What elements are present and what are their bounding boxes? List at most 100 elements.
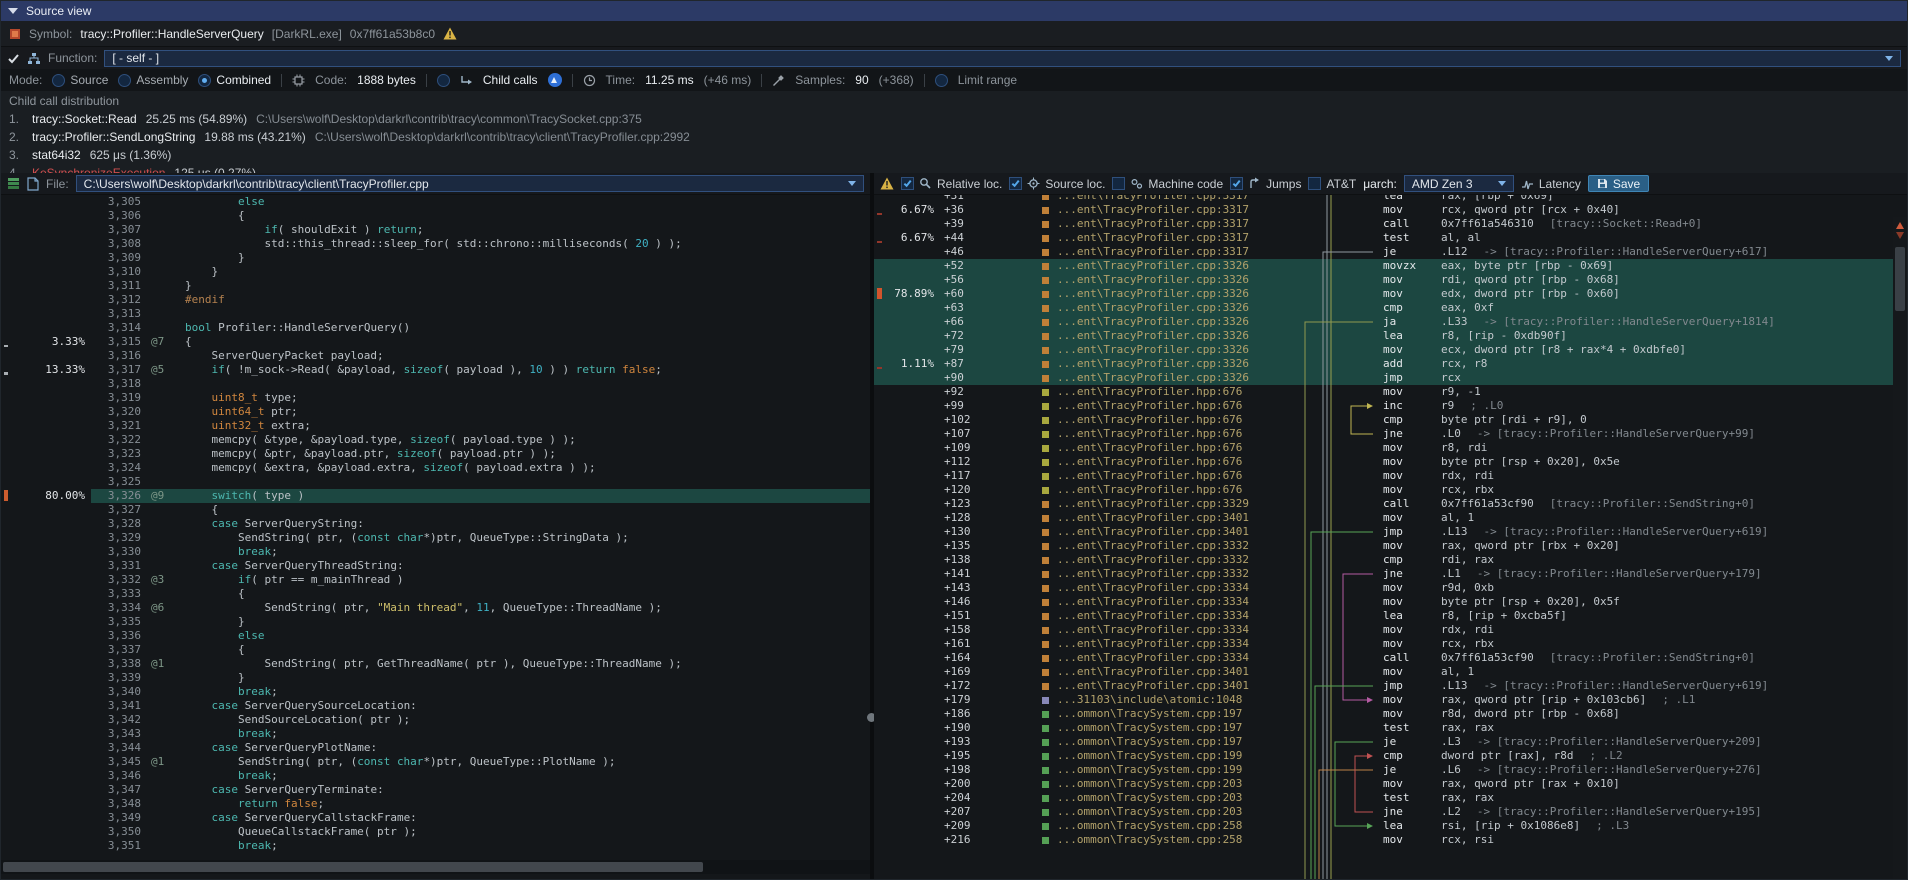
chevron-down-icon[interactable] (1885, 56, 1893, 61)
asm-row[interactable]: +109...ent\TracyProfiler.hpp:676movr8, r… (874, 441, 1907, 455)
source-line[interactable]: 3,314bool Profiler::HandleServerQuery() (1, 321, 870, 335)
source-line[interactable]: 3,313 (1, 307, 870, 321)
scroll-up-icon[interactable] (1896, 222, 1904, 229)
source-line[interactable]: 3,336 else (1, 629, 870, 643)
asm-row[interactable]: 78.89%+60...ent\TracyProfiler.cpp:3326mo… (874, 287, 1907, 301)
asm-row[interactable]: +56...ent\TracyProfiler.cpp:3326movrdi, … (874, 273, 1907, 287)
horizontal-scrollbar[interactable] (1, 860, 870, 874)
asm-row[interactable]: +31...ent\TracyProfiler.cpp:3317learax, … (874, 195, 1907, 203)
source-line[interactable]: 3,348 return false; (1, 797, 870, 811)
source-line[interactable]: 3,335 } (1, 615, 870, 629)
chevron-down-icon[interactable] (1498, 181, 1506, 186)
asm-row[interactable]: +141...ent\TracyProfiler.cpp:3332jne.L1-… (874, 567, 1907, 581)
att-checkbox[interactable]: AT&T (1308, 177, 1356, 191)
asm-row[interactable]: +90...ent\TracyProfiler.cpp:3326jmprcx (874, 371, 1907, 385)
source-line[interactable]: 3,325 (1, 475, 870, 489)
source-line[interactable]: 3,324 memcpy( &extra, &payload.extra, si… (1, 461, 870, 475)
source-line[interactable]: 3,328 case ServerQueryString: (1, 517, 870, 531)
child-call-item[interactable]: 1.tracy::Socket::Read25.25 ms (54.89%)C:… (9, 110, 1899, 128)
asm-row[interactable]: +66...ent\TracyProfiler.cpp:3326ja.L33->… (874, 315, 1907, 329)
check-icon[interactable] (7, 52, 20, 65)
source-line[interactable]: 3.33%3,315@7{ (1, 335, 870, 349)
uarch-combo[interactable]: AMD Zen 3 (1404, 175, 1514, 192)
asm-row[interactable]: +193...ommon\TracySystem.cpp:197je.L3-> … (874, 735, 1907, 749)
asm-row[interactable]: +138...ent\TracyProfiler.cpp:3332cmprdi,… (874, 553, 1907, 567)
asm-row[interactable]: +209...ommon\TracySystem.cpp:258learsi, … (874, 819, 1907, 833)
asm-row[interactable]: +72...ent\TracyProfiler.cpp:3326lear8, [… (874, 329, 1907, 343)
asm-row[interactable]: +102...ent\TracyProfiler.hpp:676cmpbyte … (874, 413, 1907, 427)
assembly-view[interactable]: +31...ent\TracyProfiler.cpp:3317learax, … (874, 195, 1907, 880)
mode-radio-source[interactable]: Source (52, 73, 108, 87)
source-line[interactable]: 3,329 SendString( ptr, (const char*)ptr,… (1, 531, 870, 545)
source-line[interactable]: 3,319 uint8_t type; (1, 391, 870, 405)
asm-row[interactable]: +79...ent\TracyProfiler.cpp:3326movecx, … (874, 343, 1907, 357)
asm-row[interactable]: +107...ent\TracyProfiler.hpp:676jne.L0->… (874, 427, 1907, 441)
source-line[interactable]: 3,341 case ServerQuerySourceLocation: (1, 699, 870, 713)
asm-row[interactable]: +161...ent\TracyProfiler.cpp:3334movrcx,… (874, 637, 1907, 651)
asm-row[interactable]: +123...ent\TracyProfiler.cpp:3329call0x7… (874, 497, 1907, 511)
asm-row[interactable]: +99...ent\TracyProfiler.hpp:676incr9; .L… (874, 399, 1907, 413)
source-line[interactable]: 3,322 memcpy( &type, &payload.type, size… (1, 433, 870, 447)
source-line[interactable]: 3,332@3 if( ptr == m_mainThread ) (1, 573, 870, 587)
asm-row[interactable]: +143...ent\TracyProfiler.cpp:3334movr9d,… (874, 581, 1907, 595)
mode-radio-combined[interactable]: Combined (198, 73, 271, 87)
asm-row[interactable]: +120...ent\TracyProfiler.hpp:676movrcx, … (874, 483, 1907, 497)
asm-row[interactable]: +198...ommon\TracySystem.cpp:199je.L6-> … (874, 763, 1907, 777)
source-line[interactable]: 3,318 (1, 377, 870, 391)
source-line[interactable]: 3,321 uint32_t extra; (1, 419, 870, 433)
limit-range-toggle[interactable] (935, 74, 948, 87)
collapse-icon[interactable] (8, 8, 18, 14)
source-line[interactable]: 3,334@6 SendString( ptr, "Main thread", … (1, 601, 870, 615)
asm-row[interactable]: +179...31103\include\atomic:1048movrax, … (874, 693, 1907, 707)
source-line[interactable]: 3,351 break; (1, 839, 870, 853)
jumps-checkbox[interactable]: Jumps (1230, 177, 1301, 191)
source-line[interactable]: 3,345@1 SendString( ptr, (const char*)pt… (1, 755, 870, 769)
source-line[interactable]: 3,308 std::this_thread::sleep_for( std::… (1, 237, 870, 251)
asm-row[interactable]: +128...ent\TracyProfiler.cpp:3401moval, … (874, 511, 1907, 525)
source-line[interactable]: 13.33%3,317@5 if( !m_sock->Read( &payloa… (1, 363, 870, 377)
asm-row[interactable]: +63...ent\TracyProfiler.cpp:3326cmpeax, … (874, 301, 1907, 315)
source-line[interactable]: 3,338@1 SendString( ptr, GetThreadName( … (1, 657, 870, 671)
machine-code-checkbox[interactable]: Machine code (1112, 177, 1223, 191)
source-line[interactable]: 3,309 } (1, 251, 870, 265)
asm-row[interactable]: +151...ent\TracyProfiler.cpp:3334lear8, … (874, 609, 1907, 623)
child-calls-toggle[interactable] (437, 74, 450, 87)
source-line[interactable]: 3,323 memcpy( &ptr, &payload.ptr, sizeof… (1, 447, 870, 461)
asm-row[interactable]: +200...ommon\TracySystem.cpp:203movrax, … (874, 777, 1907, 791)
source-line[interactable]: 3,312#endif (1, 293, 870, 307)
source-line[interactable]: 80.00%3,326@9 switch( type ) (1, 489, 870, 503)
asm-row[interactable]: +135...ent\TracyProfiler.cpp:3332movrax,… (874, 539, 1907, 553)
asm-row[interactable]: +207...ommon\TracySystem.cpp:203jne.L2->… (874, 805, 1907, 819)
source-line[interactable]: 3,350 QueueCallstackFrame( ptr ); (1, 825, 870, 839)
scrollbar-thumb[interactable] (1895, 247, 1905, 311)
file-combo[interactable]: C:\Users\wolf\Desktop\darkrl\contrib\tra… (76, 175, 864, 192)
source-line[interactable]: 3,331 case ServerQueryThreadString: (1, 559, 870, 573)
source-line[interactable]: 3,311} (1, 279, 870, 293)
source-line[interactable]: 3,316 ServerQueryPacket payload; (1, 349, 870, 363)
source-line[interactable]: 3,330 break; (1, 545, 870, 559)
asm-row[interactable]: +172...ent\TracyProfiler.cpp:3401jmp.L13… (874, 679, 1907, 693)
vertical-scrollbar[interactable] (1893, 217, 1907, 880)
asm-row[interactable]: 1.11%+87...ent\TracyProfiler.cpp:3326add… (874, 357, 1907, 371)
source-line[interactable]: 3,346 break; (1, 769, 870, 783)
child-call-item[interactable]: 2.tracy::Profiler::SendLongString19.88 m… (9, 128, 1899, 146)
asm-row[interactable]: +130...ent\TracyProfiler.cpp:3401jmp.L13… (874, 525, 1907, 539)
source-line[interactable]: 3,337 { (1, 643, 870, 657)
asm-row[interactable]: 6.67%+44...ent\TracyProfiler.cpp:3317tes… (874, 231, 1907, 245)
asm-row[interactable]: +186...ommon\TracySystem.cpp:197movr8d, … (874, 707, 1907, 721)
mode-radio-assembly[interactable]: Assembly (118, 73, 188, 87)
latency-toggle[interactable]: Latency (1521, 177, 1581, 191)
asm-row[interactable]: +52...ent\TracyProfiler.cpp:3326movzxeax… (874, 259, 1907, 273)
source-line[interactable]: 3,307 if( shouldExit ) return; (1, 223, 870, 237)
source-line[interactable]: 3,310 } (1, 265, 870, 279)
source-line[interactable]: 3,327 { (1, 503, 870, 517)
chevron-down-icon[interactable] (848, 181, 856, 186)
relative-loc-checkbox[interactable]: Relative loc. (901, 177, 1002, 191)
function-combo[interactable]: [ - self - ] (104, 50, 1901, 67)
source-line[interactable]: 3,344 case ServerQueryPlotName: (1, 741, 870, 755)
source-code-view[interactable]: 3,305 else3,306 {3,307 if( shouldExit ) … (1, 195, 870, 856)
source-line[interactable]: 3,342 SendSourceLocation( ptr ); (1, 713, 870, 727)
source-loc-checkbox[interactable]: Source loc. (1009, 177, 1105, 191)
asm-row[interactable]: 6.67%+36...ent\TracyProfiler.cpp:3317mov… (874, 203, 1907, 217)
source-line[interactable]: 3,305 else (1, 195, 870, 209)
